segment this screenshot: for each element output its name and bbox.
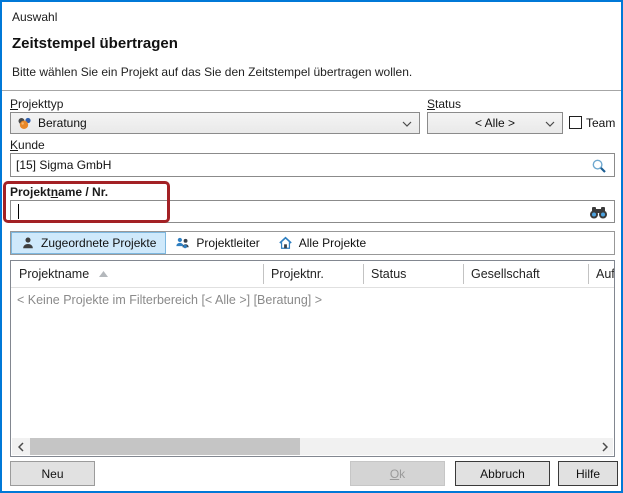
- status-select[interactable]: < Alle >: [427, 112, 563, 134]
- status-label: Status: [427, 97, 461, 111]
- dialog-subtitle: Bitte wählen Sie ein Projekt auf das Sie…: [12, 65, 412, 79]
- column-header-gesellschaft[interactable]: Gesellschaft: [463, 261, 588, 287]
- page-title: Zeitstempel übertragen: [12, 35, 178, 52]
- status-value: < Alle >: [475, 116, 515, 130]
- scroll-left-icon[interactable]: [12, 438, 29, 455]
- header-divider: [11, 287, 614, 288]
- team-checkbox[interactable]: [569, 116, 582, 129]
- projekttyp-label: Projekttyp: [10, 97, 63, 111]
- tab-alle-projekte[interactable]: Alle Projekte: [269, 232, 375, 254]
- kunde-value: [15] Sigma GmbH: [16, 158, 111, 172]
- team-checkbox-label: Team: [586, 116, 615, 130]
- kunde-label: Kunde: [10, 138, 45, 152]
- column-header-projektname[interactable]: Projektname: [11, 261, 263, 287]
- column-separator[interactable]: [363, 264, 364, 284]
- tab-zugeordnete-projekte[interactable]: Zugeordnete Projekte: [11, 232, 166, 254]
- abbruch-button[interactable]: Abbruch: [455, 461, 550, 486]
- people-group-icon: [175, 236, 190, 250]
- column-header-auftraggeber[interactable]: Auftr: [588, 261, 615, 287]
- projekttyp-select[interactable]: Beratung: [10, 112, 420, 134]
- projects-table: Projektname Projektnr. Status Gesellscha…: [10, 260, 615, 457]
- sort-asc-icon: [99, 271, 108, 277]
- tab-projektleiter[interactable]: Projektleiter: [166, 232, 268, 254]
- home-icon: [278, 236, 293, 250]
- person-icon: [21, 236, 35, 250]
- horizontal-scrollbar[interactable]: [12, 438, 613, 455]
- kunde-input[interactable]: [15] Sigma GmbH: [10, 153, 615, 177]
- dialog-window: Auswahl Zeitstempel übertragen Bitte wäh…: [0, 0, 623, 493]
- tab-label: Projektleiter: [196, 236, 259, 250]
- column-separator[interactable]: [588, 264, 589, 284]
- chevron-down-icon: [402, 121, 412, 127]
- tab-label: Zugeordnete Projekte: [41, 236, 156, 250]
- projekttyp-value: Beratung: [38, 116, 87, 130]
- dialog-title: Auswahl: [12, 10, 57, 24]
- binoculars-icon[interactable]: [589, 206, 608, 219]
- column-separator[interactable]: [263, 264, 264, 284]
- header-divider: [2, 90, 621, 91]
- text-caret: [18, 204, 19, 219]
- neu-button[interactable]: Neu: [10, 461, 95, 486]
- ok-button[interactable]: Ok: [350, 461, 445, 486]
- consulting-icon: [16, 115, 32, 131]
- projektname-input[interactable]: [10, 200, 615, 223]
- search-icon[interactable]: [591, 158, 607, 174]
- column-header-status[interactable]: Status: [363, 261, 463, 287]
- scrollbar-thumb[interactable]: [30, 438, 300, 455]
- chevron-down-icon: [545, 121, 555, 127]
- empty-table-message: < Keine Projekte im Filterbereich [< All…: [17, 293, 322, 307]
- tab-bar: Zugeordnete Projekte Projektleiter: [10, 231, 615, 255]
- column-separator[interactable]: [463, 264, 464, 284]
- projektname-label: Projektname / Nr.: [10, 185, 108, 199]
- hilfe-button[interactable]: Hilfe: [558, 461, 618, 486]
- scroll-right-icon[interactable]: [596, 438, 613, 455]
- tab-label: Alle Projekte: [299, 236, 366, 250]
- column-header-projektnr[interactable]: Projektnr.: [263, 261, 363, 287]
